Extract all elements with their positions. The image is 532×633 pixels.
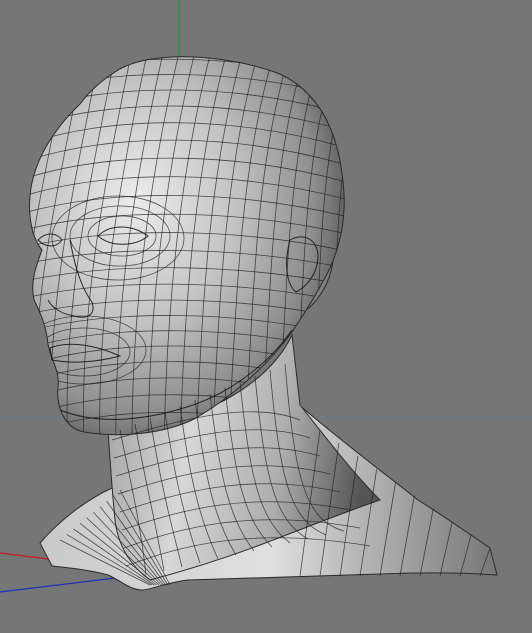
- 3d-viewport[interactable]: [0, 0, 532, 633]
- head-mesh[interactable]: [18, 40, 498, 591]
- viewport-scene[interactable]: [0, 0, 532, 633]
- z-axis: [0, 575, 133, 593]
